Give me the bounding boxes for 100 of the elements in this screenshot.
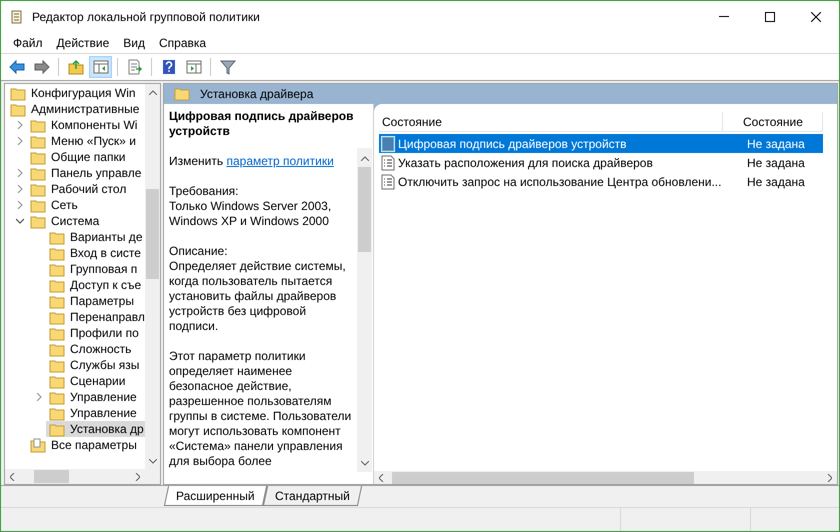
- folder-icon: [30, 182, 46, 196]
- edit-policy-text: Изменить параметр политики: [169, 154, 335, 169]
- folder-icon: [30, 134, 46, 148]
- description-label: Описание:: [169, 244, 229, 259]
- toolbar-button[interactable]: [89, 56, 112, 78]
- tree-item[interactable]: Доступ к съе: [46, 277, 144, 293]
- folder-icon: [30, 150, 46, 164]
- tree-item[interactable]: Варианты де: [46, 229, 144, 245]
- policy-row[interactable]: Цифровая подпись драйверов устройств Не задана: [379, 134, 823, 153]
- tree-item[interactable]: Система: [27, 213, 102, 229]
- maximize-icon: [765, 12, 775, 22]
- tree-item[interactable]: Сложность: [46, 341, 134, 357]
- tree-item-label: Все параметры: [51, 437, 137, 454]
- tree-item-label: Рабочий стол: [51, 181, 126, 198]
- tree-item-label: Система: [51, 213, 100, 230]
- menu-item[interactable]: Вид: [116, 34, 152, 52]
- policy-document-icon: [381, 174, 395, 190]
- scroll-down-icon[interactable]: [148, 459, 156, 464]
- scrollbar-thumb[interactable]: [34, 470, 69, 483]
- tree-item[interactable]: Меню «Пуск» и: [27, 133, 138, 149]
- policy-row[interactable]: Указать расположения для поиска драйверов Не задана: [379, 153, 823, 172]
- menu-item[interactable]: Файл: [6, 34, 50, 52]
- tree-item[interactable]: Перенаправл: [46, 309, 145, 325]
- folder-icon: [49, 246, 65, 260]
- column-header[interactable]: Состояние: [723, 112, 823, 131]
- tree-item-label: Установка др: [70, 421, 144, 438]
- document-arrow-icon: [126, 59, 142, 75]
- tree-item[interactable]: Компоненты Wi: [27, 117, 140, 133]
- menu-item[interactable]: Справка: [152, 34, 214, 52]
- tree-item[interactable]: Сценарии: [46, 373, 128, 389]
- tree-item-label: Доступ к съе: [70, 277, 142, 294]
- tree-item[interactable]: Управление: [46, 389, 139, 405]
- tree-item-label: Профили по: [70, 325, 139, 342]
- policy-document-icon: [381, 136, 395, 152]
- horizontal-scrollbar[interactable]: [5, 469, 160, 484]
- pane-icon: [92, 59, 108, 75]
- tree-item[interactable]: Рабочий стол: [27, 181, 128, 197]
- scrollbar-thumb[interactable]: [392, 472, 694, 484]
- folder-icon: [174, 87, 190, 101]
- minimize-icon: [719, 16, 729, 17]
- tree-item-label: Меню «Пуск» и: [51, 133, 136, 150]
- folder-document-icon: [30, 438, 46, 452]
- tree-item[interactable]: Службы язы: [46, 357, 142, 373]
- horizontal-scrollbar[interactable]: [374, 471, 837, 484]
- folder-icon: [49, 358, 65, 372]
- tree-item[interactable]: Сеть: [27, 197, 80, 213]
- tree-item-label: Групповая п: [70, 261, 138, 278]
- tree-item[interactable]: Конфигурация Win: [7, 85, 138, 101]
- tree-item[interactable]: Профили по: [46, 325, 141, 341]
- policy-settings-link[interactable]: параметр политики: [226, 154, 334, 168]
- scroll-up-icon[interactable]: [148, 90, 156, 95]
- close-icon: [811, 12, 821, 22]
- tab[interactable]: Расширенный: [164, 486, 267, 506]
- tree-item[interactable]: Административные: [7, 101, 142, 117]
- tree-item[interactable]: Вход в систе: [46, 245, 143, 261]
- requirements-text: Только Windows Server 2003, Windows XP и Windows 2000: [169, 199, 332, 229]
- scroll-up-icon[interactable]: [360, 156, 368, 161]
- folder-icon: [49, 326, 65, 340]
- folder-icon: [49, 262, 65, 276]
- folder-icon: [49, 310, 65, 324]
- scroll-right-icon[interactable]: [135, 472, 140, 480]
- tree-item-label: Варианты де: [70, 229, 142, 246]
- tree-item[interactable]: Панель управле: [27, 165, 144, 181]
- policy-document-icon: [381, 154, 395, 170]
- forward-arrow-icon: [34, 59, 50, 75]
- tree-item[interactable]: Общие папки: [27, 149, 128, 165]
- policy-state: Не задана: [746, 136, 806, 152]
- scrollbar-thumb[interactable]: [146, 189, 159, 279]
- tree-item[interactable]: Групповая п: [46, 261, 140, 277]
- policy-heading: Цифровая подпись драйверов устройств: [169, 109, 355, 139]
- policy-state: Не задана: [746, 154, 806, 172]
- filter-icon: [220, 59, 236, 75]
- description-text: Этот параметр политики определяет наименее безопасное действие, разрешенное пользователям группы в системе. Пользователи могут использовать компонент «Система» панели управления для выбора более: [169, 349, 352, 469]
- scroll-left-icon[interactable]: [10, 472, 15, 480]
- vertical-scrollbar[interactable]: [145, 84, 160, 469]
- tree-item-label: Административные: [31, 101, 140, 118]
- folder-icon: [49, 278, 65, 292]
- folder-icon: [49, 390, 65, 404]
- tree-item-label: Параметры: [70, 293, 134, 310]
- tree-item[interactable]: Управление: [46, 405, 139, 421]
- tree-item[interactable]: Параметры: [46, 293, 136, 309]
- scrollbar-thumb[interactable]: [358, 167, 371, 252]
- help-icon: [160, 59, 176, 75]
- column-header[interactable]: Состояние: [379, 112, 723, 131]
- folder-up-icon: [68, 59, 84, 75]
- vertical-scrollbar[interactable]: [357, 148, 372, 472]
- description-text: Определяет действие системы, когда пользователь пытается установить файлы драйверов устройств без цифровой подписи.: [169, 259, 347, 334]
- scroll-down-icon[interactable]: [360, 461, 368, 466]
- tab[interactable]: Стандартный: [262, 486, 362, 506]
- scroll-icon: [10, 8, 24, 24]
- scroll-right-icon[interactable]: [827, 474, 832, 482]
- scroll-left-icon[interactable]: [379, 474, 384, 482]
- policy-row[interactable]: Отключить запрос на использование Центра обновлени... Не задана: [379, 172, 823, 191]
- menu-item[interactable]: Действие: [50, 34, 116, 52]
- pane-icon: [186, 59, 202, 75]
- tree-item-label: Конфигурация Win: [31, 85, 136, 102]
- folder-icon: [49, 294, 65, 308]
- tree-item[interactable]: Все параметры: [27, 437, 139, 453]
- policy-state: Не задана: [746, 174, 806, 190]
- tree-item[interactable]: Установка др: [46, 421, 145, 437]
